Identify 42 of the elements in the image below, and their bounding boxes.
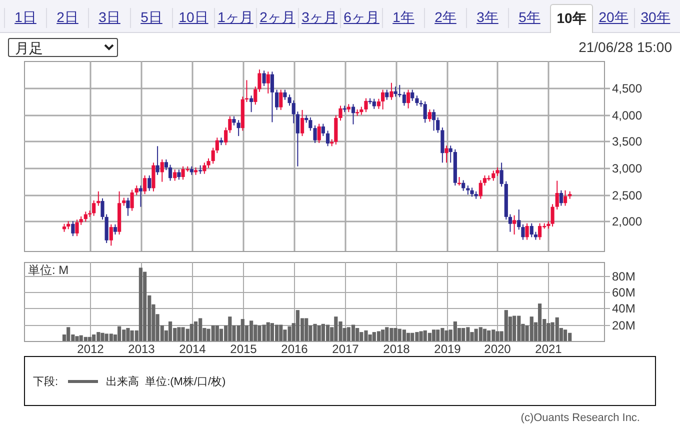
axis-label: 4,000 xyxy=(612,108,642,122)
legend-series: 出来高 xyxy=(106,374,140,388)
period-tab[interactable]: 1ヶ月 xyxy=(214,8,256,28)
legend-unit: 単位:(M株/口/枚) xyxy=(145,374,226,388)
axis-label: 2012 xyxy=(77,342,104,356)
period-tab[interactable]: 30年 xyxy=(634,8,676,28)
axis-label: 2016 xyxy=(281,342,308,356)
period-tab[interactable]: 1日 xyxy=(4,8,46,28)
axis-label: 2017 xyxy=(332,342,359,356)
period-tab[interactable]: 10日 xyxy=(172,8,214,28)
axis-label: 2,000 xyxy=(612,214,642,228)
axis-label: 2014 xyxy=(179,342,206,356)
period-tab[interactable]: 5日 xyxy=(130,8,172,28)
axis-label: 2013 xyxy=(128,342,155,356)
axis-label: 2019 xyxy=(434,342,461,356)
axis-label: 2020 xyxy=(484,342,511,356)
period-tab[interactable]: 2日 xyxy=(46,8,88,28)
axis-label: 2018 xyxy=(383,342,410,356)
period-tab[interactable]: 10年 xyxy=(550,4,593,33)
axis-label: 4,500 xyxy=(612,82,642,96)
timestamp: 21/06/28 15:00 xyxy=(578,39,672,55)
legend-prefix: 下段: xyxy=(33,374,58,388)
axis-label: 2021 xyxy=(535,342,562,356)
period-tab[interactable]: 2ヶ月 xyxy=(256,8,298,28)
period-tab[interactable]: 6ヶ月 xyxy=(340,8,382,28)
copyright: (c)Ouants Research Inc. xyxy=(520,412,640,424)
period-tab[interactable]: 20年 xyxy=(593,8,634,28)
period-tab[interactable]: 2年 xyxy=(424,8,466,28)
axis-label: 60M xyxy=(612,286,636,300)
axis-label: 20M xyxy=(612,318,636,332)
period-tab[interactable]: 3年 xyxy=(466,8,508,28)
period-tab[interactable]: 3ヶ月 xyxy=(298,8,340,28)
interval-select[interactable]: 月足 xyxy=(8,38,118,56)
axis-label: 2,500 xyxy=(612,188,642,202)
axis-label: 40M xyxy=(612,302,636,316)
axis-label: 80M xyxy=(612,270,636,284)
period-tab[interactable]: 1年 xyxy=(382,8,424,28)
period-tab[interactable]: 3日 xyxy=(88,8,130,28)
unit-label: 単位: M xyxy=(28,263,69,277)
axis-label: 3,500 xyxy=(612,134,642,148)
axis-label: 2015 xyxy=(230,342,257,356)
axis-label: 3,000 xyxy=(612,162,642,176)
